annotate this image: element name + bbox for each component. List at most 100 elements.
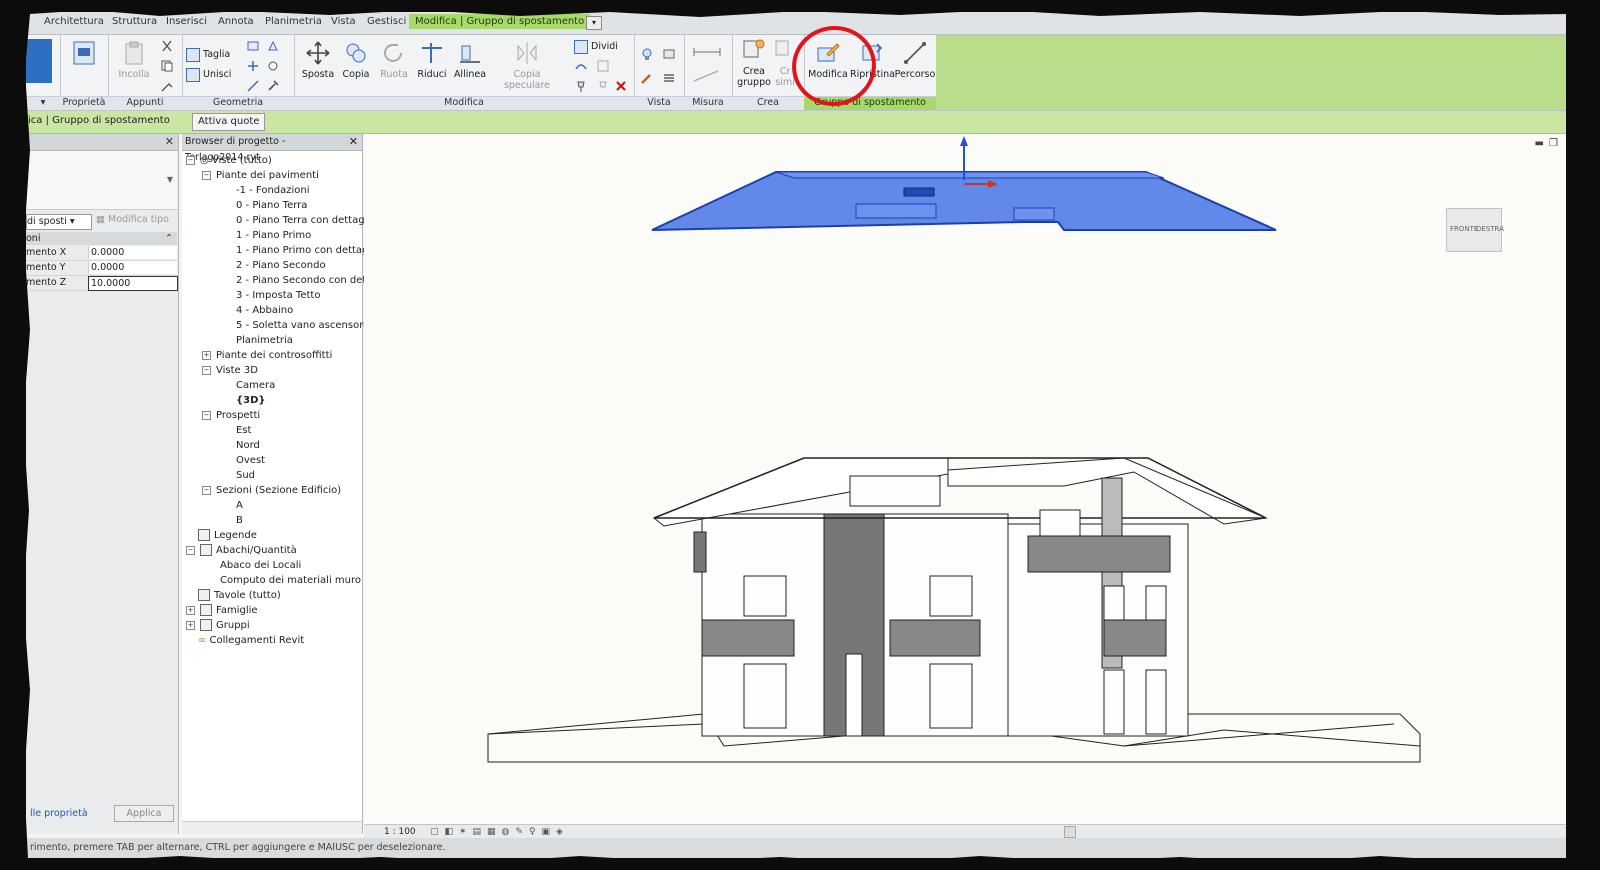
tab-annota[interactable]: Annota — [218, 16, 254, 27]
tree-leaf[interactable]: Abaco dei Locali — [220, 559, 301, 573]
view-scale[interactable]: 1 : 100 — [384, 825, 416, 839]
tree-node[interactable]: + Piante dei controsoffitti — [202, 349, 332, 363]
tree-leaf[interactable]: 1 - Piano Primo — [236, 229, 311, 243]
canvas-scroll-thumb[interactable] — [1064, 826, 1076, 838]
offset-icon[interactable] — [574, 59, 588, 73]
tree-leaf[interactable]: Computo dei materiali muro — [220, 574, 361, 588]
collapse-icon[interactable]: − — [202, 365, 211, 375]
dimension-icon[interactable] — [692, 69, 722, 83]
expand-icon[interactable]: + — [202, 350, 211, 360]
property-value[interactable]: 10.0000 — [88, 276, 178, 291]
copia-button[interactable]: Copia — [336, 38, 376, 94]
ribbon-options-icon[interactable]: ▾ — [586, 16, 602, 30]
override-graphics-icon[interactable] — [662, 47, 676, 61]
collapse-icon[interactable]: ⌃ — [165, 232, 173, 245]
delete-icon[interactable] — [614, 79, 628, 93]
percorso-button[interactable]: Percorso — [894, 38, 936, 94]
demolish-icon[interactable] — [266, 59, 280, 73]
drawing-canvas[interactable]: ▬ ❐ FRONTE DESTRA — [364, 134, 1566, 824]
type-selector[interactable]: ▼ — [26, 151, 177, 210]
tree-leaf[interactable]: -1 - Fondazioni — [236, 184, 310, 198]
tab-inserisci[interactable]: Inserisci — [166, 16, 207, 27]
tree-node[interactable]: − ◎ Viste (tutto) — [186, 154, 272, 168]
riduci-button[interactable]: Riduci — [412, 38, 452, 94]
lightbulb-icon[interactable] — [640, 47, 654, 61]
crea-gruppo-button[interactable]: Crea gruppo — [734, 35, 774, 95]
tree-leaf[interactable]: Nord — [236, 439, 260, 453]
property-value[interactable]: 0.0000 — [88, 261, 177, 274]
attiva-quote-button[interactable]: Attiva quote — [192, 113, 266, 131]
tab-modifica-gruppo[interactable]: Modifica | Gruppo di spostamento — [409, 14, 591, 29]
tree-node[interactable]: ∞ Collegamenti Revit — [198, 634, 304, 648]
modify-tool-icon[interactable] — [26, 39, 52, 83]
view-control-icons[interactable]: ▢◧✶▤▦◍✎♀▣◈ — [430, 825, 569, 839]
tab-vista[interactable]: Vista — [331, 16, 356, 27]
selected-group[interactable] — [651, 171, 1277, 231]
tree-leaf[interactable]: Planimetria — [236, 334, 293, 348]
tree-leaf[interactable]: B — [236, 514, 243, 528]
apply-button[interactable]: Applica — [114, 805, 174, 822]
collapse-icon[interactable]: − — [186, 545, 195, 555]
split-face-icon[interactable] — [246, 39, 260, 53]
property-value[interactable]: 0.0000 — [88, 246, 177, 259]
tree-node[interactable]: − Sezioni (Sezione Edificio) — [202, 484, 341, 498]
tree-node[interactable]: Tavole (tutto) — [198, 589, 281, 603]
edit-type-button[interactable]: ▦ Modifica tipo — [96, 214, 169, 225]
category-header[interactable]: oni ⌃ — [26, 232, 177, 245]
tree-leaf[interactable]: A — [236, 499, 243, 513]
tree-leaf[interactable]: 1 - Piano Primo con dettagl — [236, 244, 371, 258]
tree-leaf[interactable]: 3 - Imposta Tetto — [236, 289, 320, 303]
tree-leaf-active[interactable]: {3D} — [236, 394, 266, 408]
tree-leaf[interactable]: 2 - Piano Secondo con detta — [236, 274, 376, 288]
collapse-icon[interactable]: − — [186, 155, 195, 165]
instance-filter-dropdown[interactable]: di sposti ▾ — [26, 214, 92, 230]
type-chevron-icon[interactable]: ▼ — [167, 175, 173, 184]
copia-speculare-button[interactable]: Copia speculare — [490, 38, 564, 94]
paint-icon[interactable] — [266, 39, 280, 53]
tree-leaf[interactable]: Ovest — [236, 454, 265, 468]
tree-node[interactable]: Legende — [198, 529, 257, 543]
tree-leaf[interactable]: Camera — [236, 379, 275, 393]
match-properties-icon[interactable] — [160, 79, 174, 93]
pin-icon[interactable] — [574, 79, 588, 93]
measure-distance-icon[interactable] — [692, 45, 722, 59]
tree-node[interactable]: − Abachi/Quantità — [186, 544, 297, 558]
expand-icon[interactable]: + — [186, 620, 195, 630]
collapse-icon[interactable]: − — [202, 410, 211, 420]
tree-leaf[interactable]: 4 - Abbaino — [236, 304, 293, 318]
sposta-button[interactable]: Sposta — [298, 38, 338, 94]
tree-leaf[interactable]: 0 - Piano Terra — [236, 199, 307, 213]
tab-struttura[interactable]: Struttura — [112, 16, 157, 27]
linework-view-icon[interactable] — [662, 71, 676, 85]
hammer-icon[interactable] — [266, 79, 280, 93]
expand-icon[interactable]: + — [186, 605, 195, 615]
tree-leaf[interactable]: 0 - Piano Terra con dettagli — [236, 214, 370, 228]
scale-icon[interactable] — [596, 59, 610, 73]
tab-planimetria[interactable]: Planimetria — [265, 16, 322, 27]
unpin-icon[interactable] — [596, 79, 610, 93]
tree-node[interactable]: − Prospetti — [202, 409, 260, 423]
tree-node[interactable]: − Viste 3D — [202, 364, 258, 378]
collapse-icon[interactable]: − — [202, 170, 211, 180]
tree-leaf[interactable]: 5 - Soletta vano ascensore — [236, 319, 369, 333]
ruota-button[interactable]: Ruota — [374, 38, 414, 94]
allinea-button[interactable]: Allinea — [450, 38, 490, 94]
linework-icon[interactable] — [246, 79, 260, 93]
tree-node[interactable]: − Piante dei pavimenti — [202, 169, 319, 183]
properties-help-link[interactable]: lle proprietà — [30, 808, 88, 819]
wall-joins-icon[interactable] — [246, 59, 260, 73]
tree-leaf[interactable]: Est — [236, 424, 251, 438]
tree-node[interactable]: + Famiglie — [186, 604, 258, 618]
tab-architettura[interactable]: Architettura — [44, 16, 104, 27]
paintbrush-icon[interactable] — [640, 71, 654, 85]
close-properties-icon[interactable]: ✕ — [165, 135, 174, 148]
browser-horizontal-scrollbar[interactable] — [182, 821, 362, 834]
taglia-button[interactable]: Taglia — [186, 47, 230, 63]
tree-node[interactable]: + Gruppi — [186, 619, 250, 633]
proprieta-button[interactable] — [64, 38, 104, 94]
close-browser-icon[interactable]: ✕ — [349, 134, 358, 150]
unisci-button[interactable]: Unisci — [186, 67, 231, 83]
dividi-button[interactable]: Dividi — [574, 39, 618, 55]
tab-gestisci[interactable]: Gestisci — [367, 16, 406, 27]
incolla-button[interactable]: Incolla — [114, 38, 154, 94]
